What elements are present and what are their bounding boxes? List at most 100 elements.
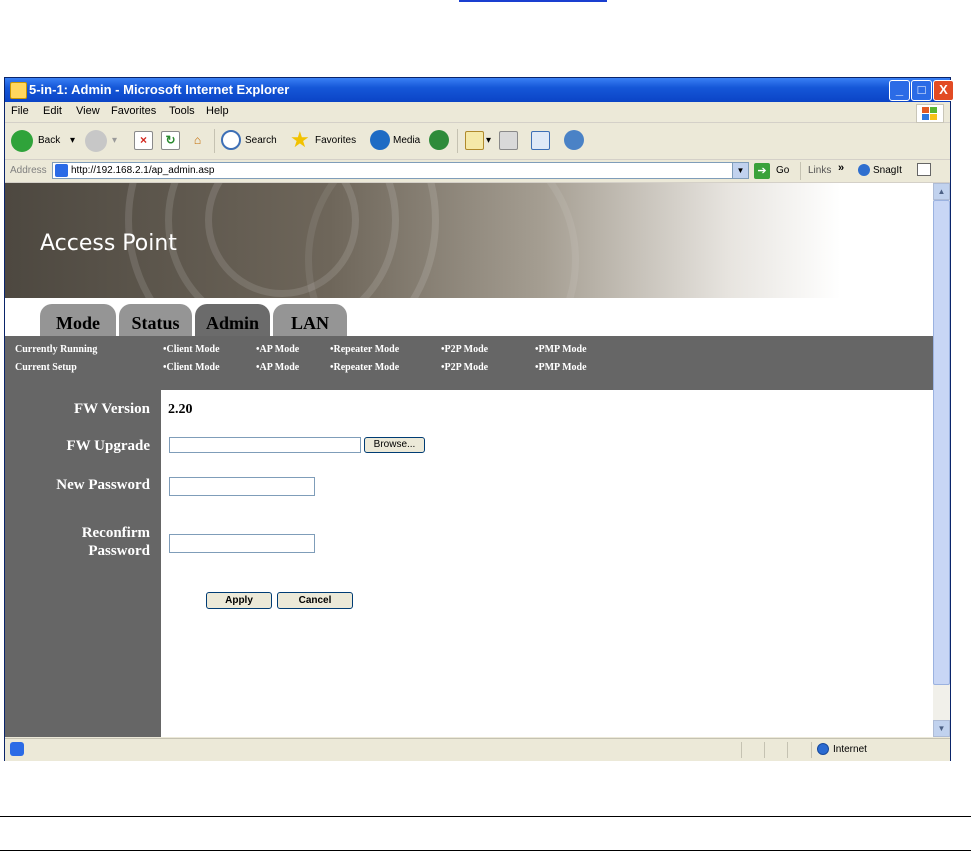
ie-window: 5-in-1: Admin - Microsoft Internet Explo… <box>4 77 954 761</box>
favorites-label[interactable]: Favorites <box>315 135 356 146</box>
snagit-capture-icon[interactable] <box>917 163 931 176</box>
status-separator <box>741 742 742 758</box>
go-arrow-icon[interactable]: ➔ <box>754 163 770 179</box>
setup-repeater-mode[interactable]: •Repeater Mode <box>330 362 399 373</box>
tab-status[interactable]: Status <box>119 304 192 336</box>
browse-button[interactable]: Browse... <box>364 437 425 453</box>
back-dropdown-icon[interactable]: ▾ <box>70 135 75 146</box>
standard-toolbar: Back ▾ ▾ × ↻ ⌂ Search ★ Favorites Media … <box>5 123 950 160</box>
menu-bar: File Edit View Favorites Tools Help <box>5 102 950 123</box>
search-label[interactable]: Search <box>245 135 277 146</box>
minimize-button[interactable]: _ <box>889 80 910 101</box>
media-icon[interactable] <box>370 130 390 150</box>
mode-status-panel: Currently Running •Client Mode •AP Mode … <box>5 336 933 390</box>
title-bar[interactable]: 5-in-1: Admin - Microsoft Internet Explo… <box>5 78 954 102</box>
page-status-icon <box>10 742 24 756</box>
print-icon[interactable] <box>499 131 518 150</box>
search-icon[interactable] <box>221 130 241 150</box>
document-rule-top <box>0 816 971 817</box>
history-icon[interactable] <box>429 130 449 150</box>
back-arrow-icon[interactable] <box>11 130 33 152</box>
scroll-thumb[interactable] <box>933 200 950 685</box>
tab-admin[interactable]: Admin <box>195 304 270 336</box>
back-label[interactable]: Back <box>38 135 60 146</box>
scroll-down-icon[interactable]: ▼ <box>933 720 950 737</box>
status-separator <box>811 742 812 758</box>
close-button[interactable]: X <box>933 80 954 101</box>
menu-tools[interactable]: Tools <box>169 105 195 117</box>
menu-favorites[interactable]: Favorites <box>111 105 156 117</box>
new-password-label: New Password <box>56 477 150 493</box>
running-p2p-mode: •P2P Mode <box>441 344 489 355</box>
favorites-star-icon[interactable]: ★ <box>290 129 310 151</box>
media-label[interactable]: Media <box>393 135 420 146</box>
snagit-label[interactable]: SnagIt <box>873 165 902 176</box>
security-zone-text: Internet <box>833 744 867 755</box>
label-sidebar: FW Version FW Upgrade New Password Recon… <box>5 390 161 737</box>
status-separator <box>787 742 788 758</box>
snagit-icon[interactable] <box>858 164 870 176</box>
forward-arrow-icon[interactable] <box>85 130 107 152</box>
tab-lan[interactable]: LAN <box>273 304 347 336</box>
address-label: Address <box>10 165 47 176</box>
scroll-up-icon[interactable]: ▲ <box>933 183 950 200</box>
setup-pmp-mode[interactable]: •PMP Mode <box>535 362 587 373</box>
fw-upgrade-label: FW Upgrade <box>66 438 150 454</box>
banner-swirl <box>305 183 579 298</box>
menu-view[interactable]: View <box>76 105 100 117</box>
current-setup-label: Current Setup <box>15 362 77 373</box>
internet-zone-globe-icon <box>817 743 829 755</box>
mail-icon[interactable] <box>465 131 484 150</box>
toolbar-separator <box>214 129 215 153</box>
document-link-underline <box>459 0 607 2</box>
window-title: 5-in-1: Admin - Microsoft Internet Explo… <box>29 82 290 97</box>
fw-version-value: 2.20 <box>168 402 193 417</box>
links-chevron-icon[interactable]: » <box>838 162 844 174</box>
messenger-icon[interactable] <box>564 130 584 150</box>
banner: Access Point <box>5 183 933 298</box>
page-icon <box>55 164 68 177</box>
reconfirm-label-line1: Reconfirm <box>81 525 150 541</box>
menu-edit[interactable]: Edit <box>43 105 62 117</box>
web-content: Access Point Mode Status Admin LAN Curre… <box>5 183 933 737</box>
edit-icon[interactable] <box>531 131 550 150</box>
running-repeater-mode: •Repeater Mode <box>330 344 400 355</box>
address-separator <box>800 162 801 180</box>
address-dropdown-icon[interactable]: ▼ <box>732 163 748 178</box>
stop-icon[interactable]: × <box>134 131 153 150</box>
address-bar: Address http://192.168.2.1/ap_admin.asp … <box>5 160 950 183</box>
maximize-button[interactable]: □ <box>911 80 932 101</box>
setup-client-mode[interactable]: •Client Mode <box>163 362 220 373</box>
cancel-button[interactable]: Cancel <box>277 592 353 609</box>
toolbar-separator <box>457 129 458 153</box>
forward-dropdown-icon[interactable]: ▾ <box>112 135 117 146</box>
refresh-icon[interactable]: ↻ <box>161 131 180 150</box>
banner-title: Access Point <box>40 231 177 256</box>
reconfirm-label-line2: Password <box>88 543 150 559</box>
running-pmp-mode: •PMP Mode <box>535 344 587 355</box>
running-ap-mode: •AP Mode <box>256 344 300 355</box>
menu-help[interactable]: Help <box>206 105 229 117</box>
currently-running-label: Currently Running <box>15 344 98 355</box>
mail-dropdown-icon[interactable]: ▾ <box>486 135 491 146</box>
status-separator <box>764 742 765 758</box>
go-button[interactable]: Go <box>776 165 789 176</box>
windows-logo-icon <box>916 104 944 123</box>
reconfirm-password-input[interactable] <box>169 534 315 553</box>
running-client-mode: •Client Mode <box>163 344 220 355</box>
apply-button[interactable]: Apply <box>206 592 272 609</box>
menu-file[interactable]: File <box>11 105 29 117</box>
fw-version-label: FW Version <box>74 401 150 417</box>
setup-p2p-mode[interactable]: •P2P Mode <box>441 362 488 373</box>
links-label[interactable]: Links <box>808 165 831 176</box>
status-bar: Internet <box>5 738 950 761</box>
new-password-input[interactable] <box>169 477 315 496</box>
setup-ap-mode[interactable]: •AP Mode <box>256 362 299 373</box>
vertical-scrollbar[interactable]: ▲ ▼ <box>933 183 950 737</box>
address-url[interactable]: http://192.168.2.1/ap_admin.asp <box>71 165 214 176</box>
tab-bar: Mode Status Admin LAN <box>5 298 933 336</box>
home-icon[interactable]: ⌂ <box>188 131 207 150</box>
address-input[interactable]: http://192.168.2.1/ap_admin.asp ▼ <box>52 162 749 179</box>
fw-upgrade-file-input[interactable] <box>169 437 361 453</box>
tab-mode[interactable]: Mode <box>40 304 116 336</box>
